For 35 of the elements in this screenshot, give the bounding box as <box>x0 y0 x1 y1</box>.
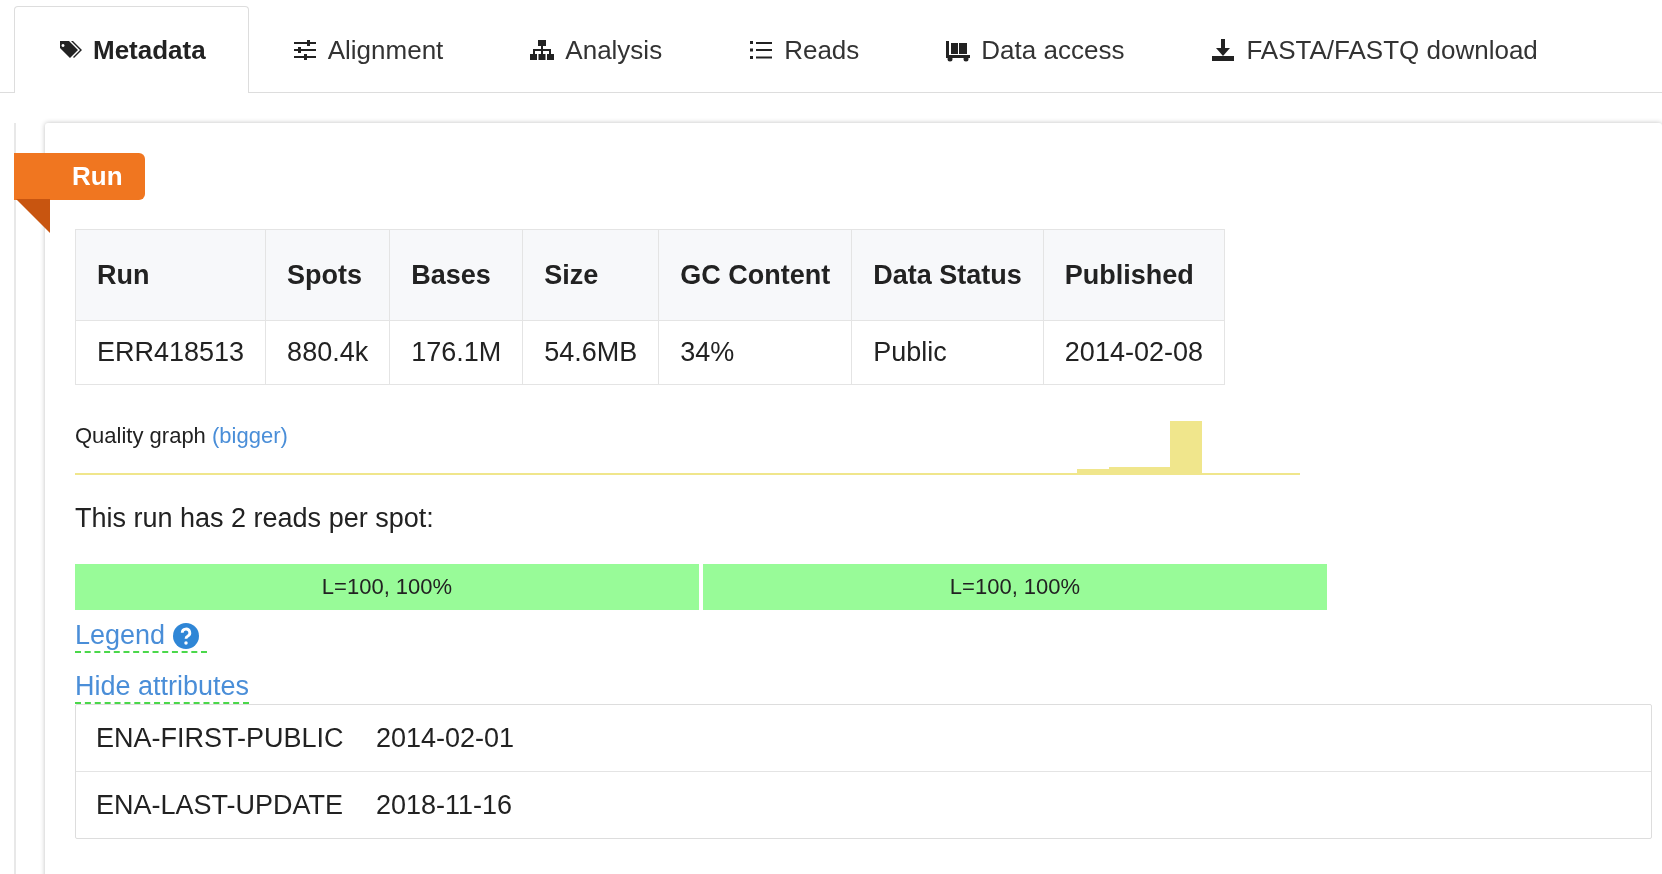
column-header: GC Content <box>658 229 852 321</box>
table-cell: 176.1M <box>389 320 523 385</box>
tab[interactable]: Reads <box>705 6 903 93</box>
read-segment: L=100, 100% <box>75 564 699 610</box>
dolly-icon <box>945 38 972 62</box>
tab[interactable]: Data access <box>902 6 1168 93</box>
column-header: Size <box>522 229 659 321</box>
download-icon <box>1210 38 1237 62</box>
list-icon <box>748 38 775 62</box>
tab[interactable]: Analysis <box>486 6 706 93</box>
sliders-icon <box>291 38 318 62</box>
attribute-value: 2014-02-01 <box>376 722 515 754</box>
table-cell: ERR418513 <box>75 320 266 385</box>
section-ribbon: Run <box>14 153 145 200</box>
quality-graph-label: Quality graph (bigger) <box>75 423 288 449</box>
attribute-name: ENA-FIRST-PUBLIC <box>96 722 345 754</box>
read-segment: L=100, 100% <box>703 564 1327 610</box>
tab[interactable]: Metadata <box>14 6 249 93</box>
column-header: Data Status <box>851 229 1044 321</box>
attribute-value: 2018-11-16 <box>376 789 513 821</box>
column-header: Spots <box>265 229 390 321</box>
table-cell: Public <box>851 320 1044 385</box>
reads-description: This run has 2 reads per spot: <box>75 503 435 534</box>
table-cell: 34% <box>658 320 852 385</box>
tab[interactable]: Alignment <box>248 6 487 93</box>
tab[interactable]: FASTA/FASTQ download <box>1167 6 1581 93</box>
table-cell: 880.4k <box>265 320 390 385</box>
table-cell: 54.6MB <box>522 320 659 385</box>
column-header: Published <box>1043 229 1225 321</box>
column-header: Bases <box>389 229 523 321</box>
table-cell: 2014-02-08 <box>1043 320 1225 385</box>
help-icon <box>173 622 200 649</box>
column-header: Run <box>75 229 266 321</box>
attribute-name: ENA-LAST-UPDATE <box>96 789 345 821</box>
sitemap-icon <box>529 38 556 62</box>
